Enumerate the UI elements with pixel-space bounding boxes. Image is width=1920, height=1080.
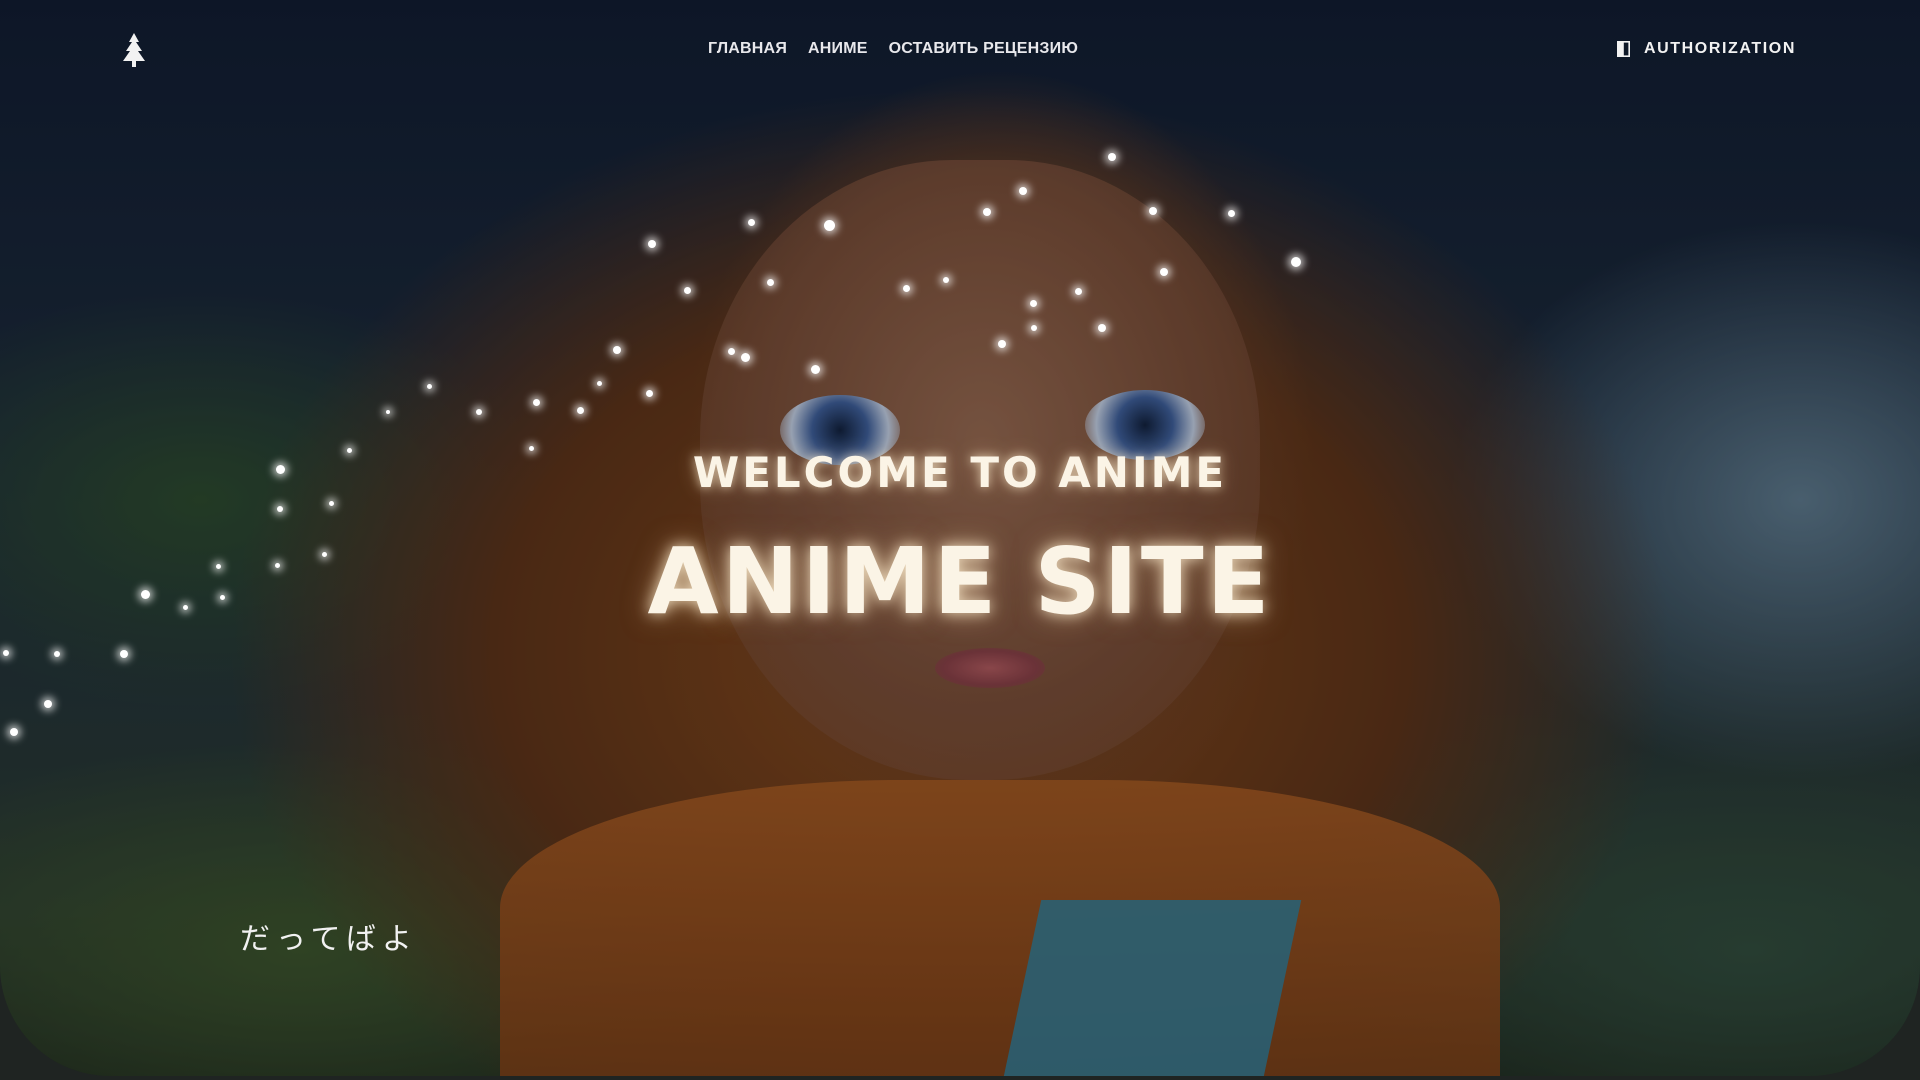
sparkle-dot: [54, 651, 60, 657]
sparkle-dot: [998, 340, 1006, 348]
site-title: ANIME SITE: [647, 528, 1273, 635]
sparkle-dot: [766, 278, 774, 286]
sparkle-dot: [3, 650, 9, 656]
sparkle-dot: [576, 406, 584, 414]
sparkle-dot: [1074, 287, 1082, 295]
sparkle-dot: [426, 383, 432, 389]
sparkle-dot: [596, 380, 602, 386]
authorization-button[interactable]: AUTHORIZATION: [1616, 40, 1796, 58]
sparkle-dot: [683, 286, 691, 294]
sparkle-dot: [727, 347, 735, 355]
sparkle-dot: [1098, 324, 1106, 332]
nav-item-anime[interactable]: АНИМЕ: [808, 40, 868, 58]
sparkle-dot: [983, 208, 991, 216]
sparkle-dot: [10, 728, 18, 736]
sparkle-dot: [740, 352, 750, 362]
sparkle-dot: [613, 346, 621, 354]
sparkle-dot: [1160, 268, 1168, 276]
sparkle-dot: [1019, 187, 1027, 195]
japanese-tagline: だってばよ: [240, 922, 418, 957]
sparkle-dot: [1108, 153, 1116, 161]
welcome-heading: WELCOME TO ANIME: [692, 448, 1228, 497]
sparkle-dot: [1149, 207, 1157, 215]
sparkle-dot: [386, 410, 390, 414]
sparkle-dot: [747, 218, 755, 226]
sparkle-dot: [1227, 209, 1235, 217]
sparkle-dot: [328, 500, 334, 506]
door-icon: [1616, 41, 1630, 57]
sparkle-dot: [943, 277, 949, 283]
sparkle-dot: [1031, 325, 1037, 331]
sparkle-dot: [1029, 299, 1037, 307]
top-navigation: ГЛАВНАЯ АНИМЕ ОСТАВИТЬ РЕЦЕНЗИЮ AUTHORIZ…: [0, 0, 1920, 100]
sparkle-dot: [476, 409, 482, 415]
main-nav: ГЛАВНАЯ АНИМЕ ОСТАВИТЬ РЕЦЕНЗИЮ: [708, 40, 1099, 58]
nav-item-review[interactable]: ОСТАВИТЬ РЕЦЕНЗИЮ: [889, 40, 1078, 58]
nav-item-home[interactable]: ГЛАВНАЯ: [708, 40, 787, 58]
sparkle-dot: [44, 700, 52, 708]
sparkle-dot: [902, 284, 910, 292]
sparkle-dot: [645, 389, 653, 397]
sparkle-dot: [648, 240, 656, 248]
sparkle-dot: [823, 219, 835, 231]
sparkle-dot: [810, 364, 820, 374]
tree-icon[interactable]: [122, 33, 146, 67]
sparkle-dot: [1291, 257, 1301, 267]
sparkle-dot: [532, 398, 540, 406]
sparkle-dot: [277, 506, 283, 512]
authorization-label: AUTHORIZATION: [1643, 40, 1796, 57]
sparkle-dot: [120, 650, 128, 658]
